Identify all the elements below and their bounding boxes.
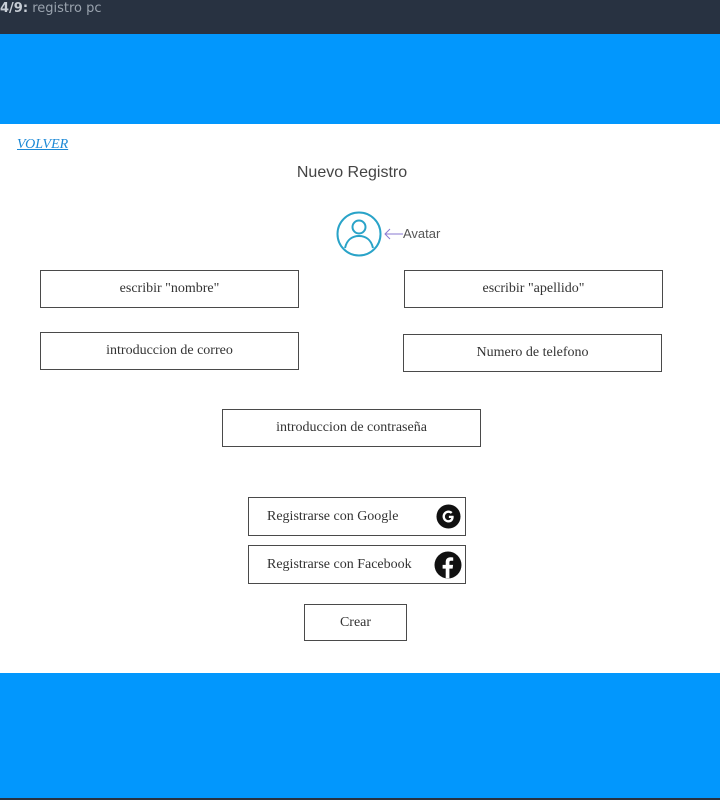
google-icon (436, 504, 461, 529)
avatar-icon[interactable] (336, 211, 382, 257)
facebook-signup-button[interactable]: Registrarse con Facebook (248, 545, 466, 584)
google-signup-label: Registrarse con Google (267, 508, 399, 524)
footer-banner (0, 673, 720, 798)
google-signup-button[interactable]: Registrarse con Google (248, 497, 466, 536)
page-name: registro pc (32, 1, 102, 16)
email-field[interactable]: introduccion de correo (40, 332, 299, 370)
phone-field[interactable]: Numero de telefono (403, 334, 662, 372)
avatar-label: Avatar (403, 226, 441, 241)
arrow-left-icon (384, 228, 403, 240)
password-field[interactable]: introduccion de contraseña (222, 409, 481, 447)
facebook-signup-label: Registrarse con Facebook (267, 556, 412, 572)
create-button[interactable]: Crear (304, 604, 407, 641)
page-title: Nuevo Registro (296, 164, 408, 181)
last-name-field[interactable]: escribir "apellido" (404, 270, 663, 308)
header-banner (0, 34, 720, 124)
top-bar: 4/9: registro pc (0, 0, 720, 34)
page-breadcrumb: 4/9: registro pc (0, 1, 102, 16)
create-button-label: Crear (339, 614, 372, 630)
page-index: 4/9: (0, 1, 29, 16)
first-name-field[interactable]: escribir "nombre" (40, 270, 299, 308)
back-link[interactable]: VOLVER (17, 137, 68, 153)
facebook-icon (434, 551, 462, 579)
